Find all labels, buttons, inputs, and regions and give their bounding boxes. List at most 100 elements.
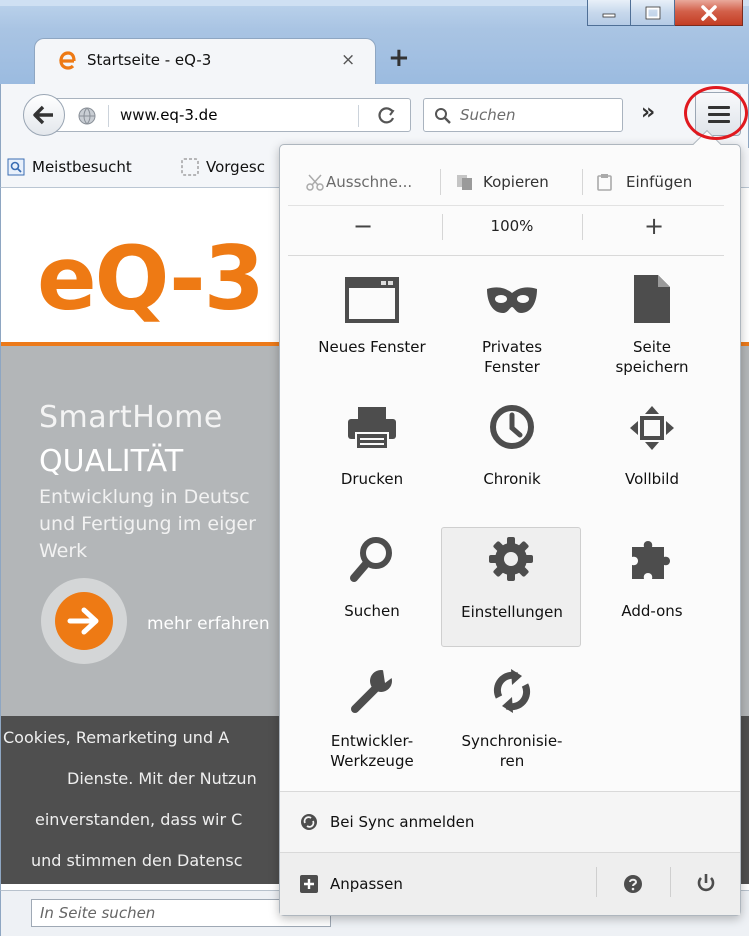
zoom-separator <box>582 214 583 240</box>
settings-button[interactable]: Einstellungen <box>441 527 581 647</box>
hamburger-icon-bar <box>708 113 730 116</box>
fullscreen-button[interactable]: Vollbild <box>582 401 722 521</box>
globe-icon <box>78 107 96 125</box>
url-bar[interactable]: www.eq-3.de <box>51 98 411 132</box>
developer-tools-label-line: Werkzeuge <box>330 752 414 770</box>
customize-label: Anpassen <box>330 875 403 893</box>
sync-signin-row[interactable]: Bei Sync anmelden <box>280 792 740 852</box>
maximize-button[interactable] <box>631 0 675 26</box>
zoom-in-button[interactable]: + <box>584 206 724 246</box>
addons-label: Add-ons <box>621 602 683 620</box>
settings-label: Einstellungen <box>461 603 563 621</box>
tab-close-button[interactable]: × <box>341 50 355 70</box>
quit-button[interactable] <box>672 853 740 915</box>
find-placeholder: In Seite suchen <box>40 904 156 922</box>
history-button[interactable]: Chronik <box>442 401 582 521</box>
private-window-label: Privates Fenster <box>442 337 582 377</box>
clipboard-icon <box>597 174 612 191</box>
help-button[interactable] <box>598 853 668 915</box>
edit-controls: Ausschne... Kopieren Einfügen <box>288 165 724 199</box>
history-clock-icon <box>490 405 534 449</box>
edit-separator <box>440 169 441 195</box>
arrow-right-icon <box>55 592 113 650</box>
navigation-toolbar: www.eq-3.de Suchen » <box>0 84 749 148</box>
copy-button[interactable]: Kopieren <box>456 165 549 199</box>
save-page-label-line: speichern <box>615 358 689 376</box>
developer-tools-label-line: Entwickler- <box>330 732 414 750</box>
back-button[interactable] <box>23 94 65 136</box>
hamburger-icon-bar <box>708 120 730 123</box>
sync-label-line: ren <box>499 752 525 770</box>
window-controls <box>587 0 743 26</box>
puzzle-icon <box>632 541 670 579</box>
copy-icon <box>457 175 472 190</box>
paste-label: Einfügen <box>626 173 693 191</box>
find-button[interactable]: Suchen <box>302 531 442 651</box>
new-window-button[interactable]: Neues Fenster <box>302 271 442 391</box>
print-button[interactable]: Drucken <box>302 401 442 521</box>
url-separator <box>108 105 109 127</box>
edit-separator <box>582 169 583 195</box>
sync-label: Synchronisie- ren <box>442 731 582 771</box>
toolbar-overflow-button[interactable]: » <box>641 100 655 125</box>
new-tab-button[interactable]: + <box>388 44 410 72</box>
scissors-icon <box>306 174 324 191</box>
developer-tools-button[interactable]: Entwickler- Werkzeuge <box>302 663 442 783</box>
bookmark-vorgeschlagen[interactable]: Vorgesc <box>181 158 265 176</box>
addons-button[interactable]: Add-ons <box>582 531 722 651</box>
reload-icon[interactable] <box>378 107 396 125</box>
url-text[interactable]: www.eq-3.de <box>120 106 217 124</box>
close-window-button[interactable] <box>675 0 743 26</box>
help-icon <box>624 875 642 893</box>
more-info-label[interactable]: mehr erfahren <box>147 614 270 634</box>
eq3-logo[interactable]: eQ-3 <box>37 224 265 334</box>
bookmark-page-icon <box>7 158 25 176</box>
search-placeholder: Suchen <box>460 106 516 124</box>
zoom-reset-button[interactable]: 100% <box>444 206 580 246</box>
hero-subtitle: QUALITÄT <box>39 444 184 479</box>
sync-small-icon <box>301 814 317 830</box>
customize-button[interactable]: Anpassen <box>280 853 596 915</box>
more-info-button[interactable] <box>41 578 127 664</box>
open-menu-button[interactable] <box>695 92 741 136</box>
tab-startseite[interactable]: Startseite - eQ-3 × <box>34 38 376 84</box>
sync-icon <box>493 669 531 713</box>
save-page-label: Seite speichern <box>582 337 722 377</box>
bookmark-meistbesucht[interactable]: Meistbesucht <box>7 158 132 176</box>
footer-vertical-separator <box>596 867 597 897</box>
paste-button[interactable]: Einfügen <box>596 165 692 199</box>
footer-vertical-separator <box>670 867 671 897</box>
zoom-divider <box>288 255 724 256</box>
print-label: Drucken <box>340 470 404 488</box>
cut-button[interactable]: Ausschne... <box>306 165 412 199</box>
minimize-icon <box>602 13 616 17</box>
gear-icon <box>489 537 533 581</box>
private-window-button[interactable]: Privates Fenster <box>442 271 582 391</box>
eq3-favicon-icon <box>59 51 76 70</box>
save-page-button[interactable]: Seite speichern <box>582 271 722 391</box>
url-separator-2 <box>358 105 359 127</box>
private-window-label-line: Privates <box>481 338 543 356</box>
url-prefix: www. <box>120 106 161 124</box>
sync-label-line: Synchronisie- <box>461 732 563 750</box>
new-window-label: Neues Fenster <box>318 338 426 356</box>
sync-signin-label: Bei Sync anmelden <box>330 813 475 831</box>
search-icon <box>435 108 451 124</box>
tab-title: Startseite - eQ-3 <box>87 51 212 69</box>
customize-row: Anpassen <box>280 853 740 915</box>
maximize-icon <box>645 6 660 19</box>
plus-box-icon <box>300 875 318 893</box>
printer-icon <box>348 407 396 450</box>
developer-tools-label: Entwickler- Werkzeuge <box>302 731 442 771</box>
private-mask-icon <box>487 287 537 313</box>
zoom-out-button[interactable]: − <box>288 206 438 246</box>
save-page-label-line: Seite <box>632 338 672 356</box>
app-menu-panel: Ausschne... Kopieren Einfügen − 100% + N… <box>279 144 741 916</box>
new-window-icon <box>345 277 399 323</box>
sync-button[interactable]: Synchronisie- ren <box>442 663 582 783</box>
minimize-button[interactable] <box>587 0 631 26</box>
copy-label: Kopieren <box>483 173 549 191</box>
fullscreen-label: Vollbild <box>625 470 679 488</box>
hamburger-icon <box>708 106 730 109</box>
search-bar[interactable]: Suchen <box>423 98 623 132</box>
